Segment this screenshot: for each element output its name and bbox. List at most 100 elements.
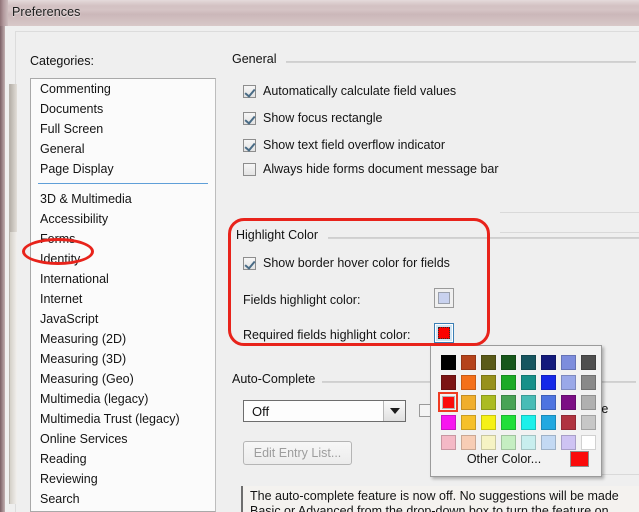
auto-complete-group-title: Auto-Complete	[232, 372, 323, 386]
sidebar-item-search[interactable]: Search	[31, 489, 215, 509]
color-swatch-6[interactable]	[558, 352, 578, 372]
sidebar-item-multimedia-legacy[interactable]: Multimedia (legacy)	[31, 389, 215, 409]
auto-complete-info-line1: The auto-complete feature is now off. No…	[250, 489, 619, 503]
color-swatch-8[interactable]	[438, 372, 458, 392]
color-swatch-26[interactable]	[478, 412, 498, 432]
highlight-color-group: Highlight Color	[236, 228, 639, 242]
color-swatch-19[interactable]	[498, 392, 518, 412]
sidebar-separator	[31, 179, 215, 189]
color-swatch-7[interactable]	[578, 352, 598, 372]
sidebar-item-3d-multimedia[interactable]: 3D & Multimedia	[31, 189, 215, 209]
sidebar-item-measuring-geo[interactable]: Measuring (Geo)	[31, 369, 215, 389]
color-swatch-22[interactable]	[558, 392, 578, 412]
color-swatch-2[interactable]	[478, 352, 498, 372]
required-fields-highlight-color-swatch	[438, 327, 450, 339]
other-color-label[interactable]: Other Color...	[438, 452, 570, 466]
sidebar-item-general[interactable]: General	[31, 139, 215, 159]
general-group-title: General	[232, 52, 284, 66]
general-option-row-2[interactable]: Show text field overflow indicator	[243, 138, 445, 152]
sidebar-item-javascript[interactable]: JavaScript	[31, 309, 215, 329]
sidebar-item-accessibility[interactable]: Accessibility	[31, 209, 215, 229]
color-swatch-4[interactable]	[518, 352, 538, 372]
color-swatch-16[interactable]	[438, 392, 458, 412]
sidebar-item-measuring-3d[interactable]: Measuring (3D)	[31, 349, 215, 369]
color-swatch-30[interactable]	[558, 412, 578, 432]
highlight-color-group-title: Highlight Color	[236, 228, 325, 242]
sidebar-item-international[interactable]: International	[31, 269, 215, 289]
fields-highlight-color-button[interactable]	[434, 288, 454, 308]
color-swatch-0[interactable]	[438, 352, 458, 372]
sidebar-item-forms[interactable]: Forms	[31, 229, 215, 249]
color-swatch-13[interactable]	[538, 372, 558, 392]
sidebar-item-multimedia-trust-legacy[interactable]: Multimedia Trust (legacy)	[31, 409, 215, 429]
current-color-swatch	[570, 451, 589, 467]
color-swatch-9[interactable]	[458, 372, 478, 392]
auto-complete-info-box: The auto-complete feature is now off. No…	[241, 486, 639, 512]
general-option-checkbox-3[interactable]	[243, 162, 256, 176]
sidebar-item-reading[interactable]: Reading	[31, 449, 215, 469]
general-group-rule	[286, 61, 636, 63]
sidebar-item-reviewing[interactable]: Reviewing	[31, 469, 215, 489]
color-swatch-20[interactable]	[518, 392, 538, 412]
sidebar-item-internet[interactable]: Internet	[31, 289, 215, 309]
window-titlebar: Preferences	[0, 0, 639, 26]
pane-rule-2	[500, 232, 639, 233]
sidebar-item-measuring-2d[interactable]: Measuring (2D)	[31, 329, 215, 349]
categories-label: Categories:	[30, 54, 94, 68]
color-swatch-31[interactable]	[578, 412, 598, 432]
color-swatch-29[interactable]	[538, 412, 558, 432]
fields-highlight-color-label: Fields highlight color:	[243, 293, 361, 307]
general-option-row-0[interactable]: Automatically calculate field values	[243, 84, 456, 98]
general-option-label-2: Show text field overflow indicator	[263, 138, 446, 152]
color-picker-popup[interactable]: Other Color...	[430, 345, 602, 477]
color-swatch-3[interactable]	[498, 352, 518, 372]
general-group: General	[232, 52, 636, 66]
color-swatch-24[interactable]	[438, 412, 458, 432]
sidebar-item-online-services[interactable]: Online Services	[31, 429, 215, 449]
general-option-row-3[interactable]: Always hide forms document message bar	[243, 162, 499, 176]
color-picker-grid[interactable]	[438, 352, 598, 452]
sidebar-item-commenting[interactable]: Commenting	[31, 79, 215, 99]
color-swatch-17[interactable]	[458, 392, 478, 412]
color-swatch-1[interactable]	[458, 352, 478, 372]
show-border-hover-row[interactable]: Show border hover color for fields	[243, 256, 450, 270]
color-swatch-28[interactable]	[518, 412, 538, 432]
window-scrollbar-thumb[interactable]	[10, 84, 17, 232]
show-border-hover-checkbox[interactable]	[243, 256, 256, 270]
chevron-down-icon[interactable]	[383, 401, 405, 421]
color-swatch-11[interactable]	[498, 372, 518, 392]
color-swatch-14[interactable]	[558, 372, 578, 392]
highlight-color-group-rule	[328, 237, 639, 239]
categories-listbox[interactable]: Commenting Documents Full Screen General Pag…	[30, 78, 216, 512]
general-option-label-1: Show focus rectangle	[263, 111, 383, 125]
window-scrollbar[interactable]	[9, 84, 17, 504]
color-swatch-23[interactable]	[578, 392, 598, 412]
color-swatch-10[interactable]	[478, 372, 498, 392]
fields-highlight-color-swatch	[438, 292, 450, 304]
general-option-row-1[interactable]: Show focus rectangle	[243, 111, 383, 125]
color-swatch-27[interactable]	[498, 412, 518, 432]
required-fields-highlight-color-button[interactable]	[434, 323, 454, 343]
auto-complete-mode-value: Off	[252, 403, 270, 419]
sidebar-item-documents[interactable]: Documents	[31, 99, 215, 119]
sidebar-item-identity[interactable]: Identity	[31, 249, 215, 269]
general-option-label-0: Automatically calculate field values	[263, 84, 457, 98]
color-swatch-18[interactable]	[478, 392, 498, 412]
general-option-checkbox-2[interactable]	[243, 138, 256, 152]
other-color-row[interactable]: Other Color...	[438, 449, 598, 469]
general-option-label-3: Always hide forms document message bar	[263, 162, 499, 176]
required-fields-highlight-color-label: Required fields highlight color:	[243, 328, 411, 342]
preferences-window: Preferences Categories: Commenting Docume…	[0, 0, 639, 512]
general-option-checkbox-1[interactable]	[243, 111, 256, 125]
color-swatch-12[interactable]	[518, 372, 538, 392]
auto-complete-mode-select[interactable]: Off	[243, 400, 406, 422]
sidebar-item-page-display[interactable]: Page Display	[31, 159, 215, 179]
edit-entry-list-button[interactable]: Edit Entry List...	[243, 441, 352, 465]
color-swatch-21[interactable]	[538, 392, 558, 412]
show-border-hover-label: Show border hover color for fields	[263, 256, 450, 270]
color-swatch-25[interactable]	[458, 412, 478, 432]
general-option-checkbox-0[interactable]	[243, 84, 256, 98]
sidebar-item-full-screen[interactable]: Full Screen	[31, 119, 215, 139]
color-swatch-15[interactable]	[578, 372, 598, 392]
color-swatch-5[interactable]	[538, 352, 558, 372]
